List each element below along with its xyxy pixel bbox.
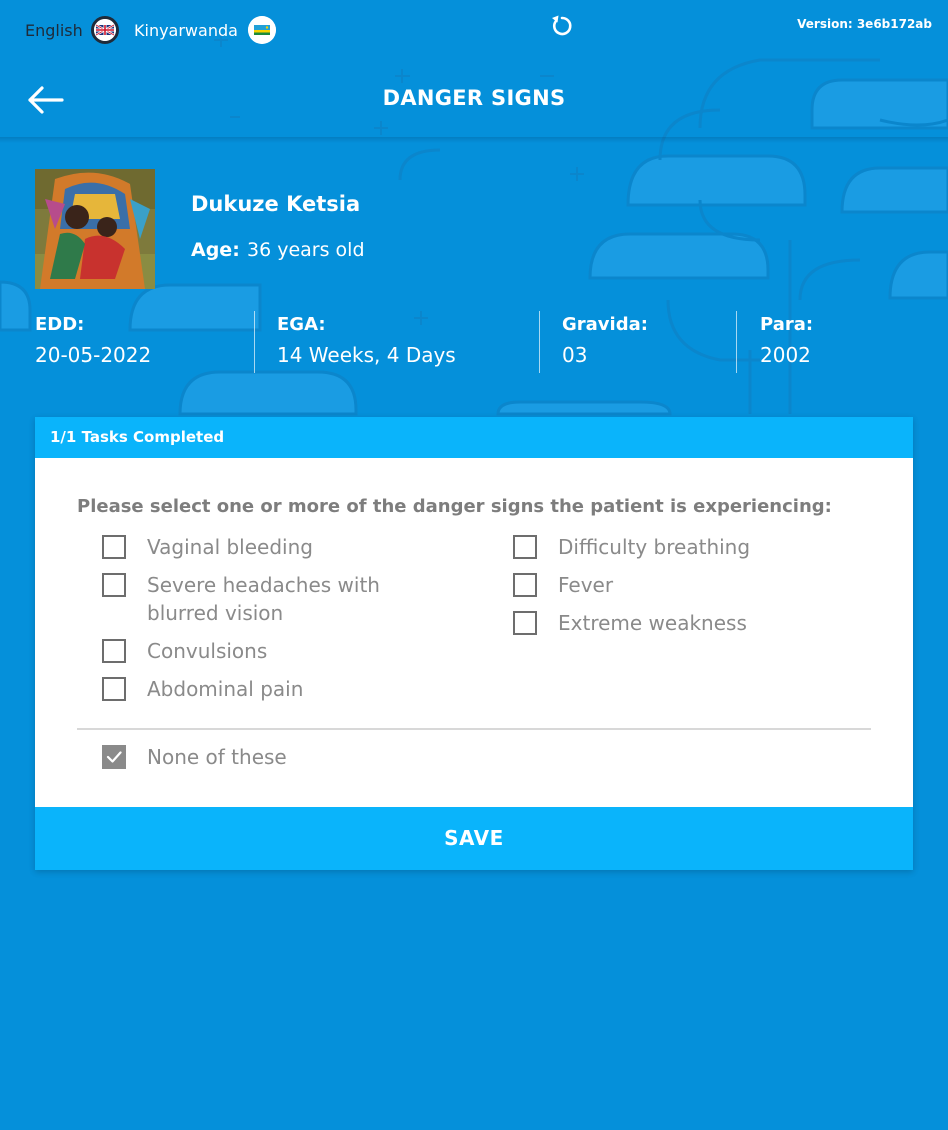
checkbox[interactable] <box>102 639 126 663</box>
option-label: Abdominal pain <box>147 677 304 701</box>
age-value: 36 years old <box>247 239 365 261</box>
option-label: Convulsions <box>147 639 268 663</box>
stat-divider <box>736 311 737 373</box>
checkbox[interactable] <box>513 573 537 597</box>
gravida-stat: Gravida: 03 <box>562 314 648 367</box>
option-label: None of these <box>147 745 287 769</box>
edd-label: EDD: <box>35 314 85 335</box>
top-bar: English Kinyarwanda Version: 3e6b172ab D… <box>0 0 948 138</box>
patient-name: Dukuze Ketsia <box>191 192 361 216</box>
age-label: Age: <box>191 239 240 261</box>
checkbox[interactable] <box>102 535 126 559</box>
edd-stat: EDD: 20-05-2022 <box>35 314 151 367</box>
stat-divider <box>539 311 540 373</box>
page-title: DANGER SIGNS <box>382 86 566 110</box>
ega-value: 14 Weeks, 4 Days <box>277 343 456 367</box>
stat-divider <box>254 311 255 373</box>
checkmark-icon <box>106 751 122 763</box>
refresh-icon[interactable] <box>548 12 576 40</box>
gravida-label: Gravida: <box>562 314 648 335</box>
options-divider <box>77 728 871 730</box>
ega-label: EGA: <box>277 314 326 335</box>
rwanda-flag-graphic <box>248 16 276 44</box>
option-label: Extreme weakness <box>558 611 747 635</box>
uk-flag-icon[interactable] <box>91 16 119 44</box>
para-value: 2002 <box>760 343 811 367</box>
option-label: Severe headaches with blurred vision <box>147 573 380 625</box>
para-stat: Para: 2002 <box>760 314 813 367</box>
save-button[interactable]: SAVE <box>35 807 913 870</box>
danger-signs-card: 1/1 Tasks Completed Please select one or… <box>35 417 913 870</box>
ega-stat: EGA: 14 Weeks, 4 Days <box>277 314 456 367</box>
patient-photo <box>35 169 155 289</box>
tasks-completed-label: 1/1 Tasks Completed <box>50 428 225 446</box>
uk-flag-graphic <box>94 19 116 41</box>
checkbox[interactable] <box>513 535 537 559</box>
version-label: Version: 3e6b172ab <box>797 17 932 31</box>
language-kinyarwanda-label[interactable]: Kinyarwanda <box>134 21 238 40</box>
edd-value: 20-05-2022 <box>35 343 152 367</box>
rwanda-flag-icon[interactable] <box>248 16 276 44</box>
option-label: Vaginal bleeding <box>147 535 313 559</box>
option-label: Difficulty breathing <box>558 535 751 559</box>
header-shadow <box>0 137 948 143</box>
checkbox-checked[interactable] <box>102 745 126 769</box>
checkbox[interactable] <box>102 573 126 597</box>
language-english-label[interactable]: English <box>25 21 83 40</box>
patient-photo-graphic <box>35 169 155 289</box>
checkbox[interactable] <box>102 677 126 701</box>
para-label: Para: <box>760 314 814 335</box>
option-label: Fever <box>558 573 614 597</box>
card-header: 1/1 Tasks Completed <box>35 417 913 458</box>
question-text: Please select one or more of the danger … <box>77 496 832 517</box>
checkbox[interactable] <box>513 611 537 635</box>
gravida-value: 03 <box>562 343 588 367</box>
